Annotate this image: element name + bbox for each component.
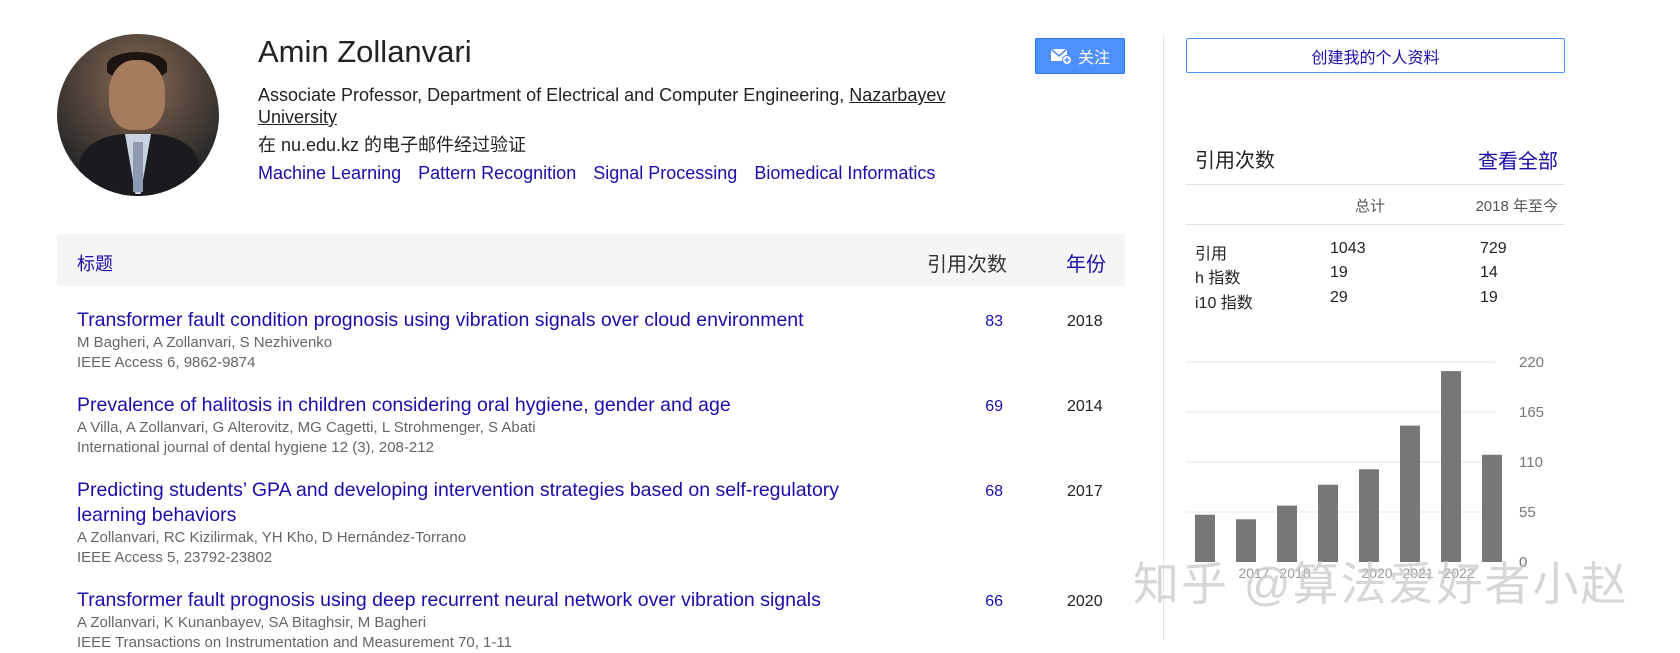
- stats-label: i10 指数: [1195, 295, 1253, 312]
- stats-total: 29: [1330, 289, 1348, 306]
- paper-title[interactable]: Transformer fault prognosis using deep r…: [77, 588, 877, 613]
- stats-col-total: 总计: [1355, 198, 1386, 215]
- citations-chart: 2201651105502017 2018 2020 2021 2022: [1186, 354, 1544, 580]
- paper-year: 2018: [1067, 313, 1103, 330]
- paper-year: 2017: [1067, 483, 1103, 500]
- watermark: 知乎 @算法爱好者小赵: [1133, 558, 1629, 610]
- paper-authors: A Villa, A Zollanvari, G Alterovitz, MG …: [77, 419, 536, 436]
- paper-cites[interactable]: 66: [963, 593, 1003, 611]
- paper-venue: IEEE Access 5, 23792-23802: [77, 549, 273, 566]
- paper-title[interactable]: Predicting students’ GPA and developing …: [77, 478, 877, 528]
- interest-link[interactable]: Machine Learning: [258, 163, 401, 183]
- table-row: Transformer fault condition prognosis us…: [77, 308, 1117, 373]
- stats-divider: [1186, 224, 1565, 225]
- view-all-link[interactable]: 查看全部: [1478, 145, 1558, 174]
- chart-bar[interactable]: [1400, 425, 1420, 562]
- mail-plus-icon: [1050, 48, 1072, 65]
- stats-label: h 指数: [1195, 270, 1241, 287]
- avatar: [57, 34, 219, 196]
- table-row: Transformer fault prognosis using deep r…: [77, 588, 1117, 653]
- stats-label: 引用: [1195, 246, 1228, 263]
- paper-venue: IEEE Transactions on Instrumentation and…: [77, 634, 512, 651]
- paper-cites[interactable]: 69: [963, 398, 1003, 416]
- stats-col-since: 2018 年至今: [1475, 198, 1558, 215]
- y-tick-label: 110: [1519, 454, 1543, 471]
- paper-cites[interactable]: 83: [963, 313, 1003, 331]
- interest-link[interactable]: Signal Processing: [593, 163, 737, 183]
- y-tick-label: 220: [1519, 354, 1544, 371]
- chart-bar[interactable]: [1482, 454, 1502, 562]
- cited-by-heading: 引用次数: [1195, 150, 1275, 172]
- sort-by-title[interactable]: 标题: [77, 250, 113, 276]
- stats-since: 19: [1480, 289, 1498, 306]
- paper-authors: M Bagheri, A Zollanvari, S Nezhivenko: [77, 334, 333, 351]
- stats-since: 729: [1480, 240, 1507, 257]
- interest-link[interactable]: Biomedical Informatics: [754, 163, 935, 183]
- chart-bar[interactable]: [1441, 371, 1461, 562]
- sort-by-cites[interactable]: 引用次数: [927, 248, 1007, 277]
- sort-by-year[interactable]: 年份: [1066, 248, 1106, 277]
- interest-link[interactable]: Pattern Recognition: [418, 163, 576, 183]
- follow-label: 关注: [1077, 50, 1110, 67]
- paper-year: 2014: [1067, 398, 1103, 415]
- stats-divider: [1186, 184, 1565, 185]
- table-row: Predicting students’ GPA and developing …: [77, 478, 1117, 568]
- paper-title[interactable]: Prevalence of halitosis in children cons…: [77, 393, 877, 418]
- stats-since: 14: [1480, 264, 1498, 281]
- affiliation: Associate Professor, Department of Elect…: [258, 84, 998, 128]
- stats-total: 19: [1330, 264, 1348, 281]
- interests: Machine Learning Pattern Recognition Signa…: [258, 163, 952, 184]
- paper-authors: A Zollanvari, K Kunanbayev, SA Bitaghsir…: [77, 614, 427, 631]
- verified-email: 在 nu.edu.kz 的电子邮件经过验证: [258, 135, 527, 155]
- paper-year: 2020: [1067, 593, 1103, 610]
- affiliation-text: Associate Professor, Department of Elect…: [258, 85, 850, 105]
- y-tick-label: 55: [1519, 504, 1536, 521]
- paper-title[interactable]: Transformer fault condition prognosis us…: [77, 308, 877, 333]
- paper-venue: IEEE Access 6, 9862-9874: [77, 354, 256, 371]
- paper-venue: International journal of dental hygiene …: [77, 439, 434, 456]
- profile-name: Amin Zollanvari: [258, 34, 472, 69]
- follow-button[interactable]: 关注: [1035, 38, 1125, 74]
- table-row: Prevalence of halitosis in children cons…: [77, 393, 1117, 458]
- stats-total: 1043: [1330, 240, 1366, 257]
- create-profile-button[interactable]: 创建我的个人资料: [1186, 38, 1565, 73]
- y-tick-label: 165: [1519, 404, 1544, 421]
- paper-cites[interactable]: 68: [963, 483, 1003, 501]
- paper-authors: A Zollanvari, RC Kizilirmak, YH Kho, D H…: [77, 529, 467, 546]
